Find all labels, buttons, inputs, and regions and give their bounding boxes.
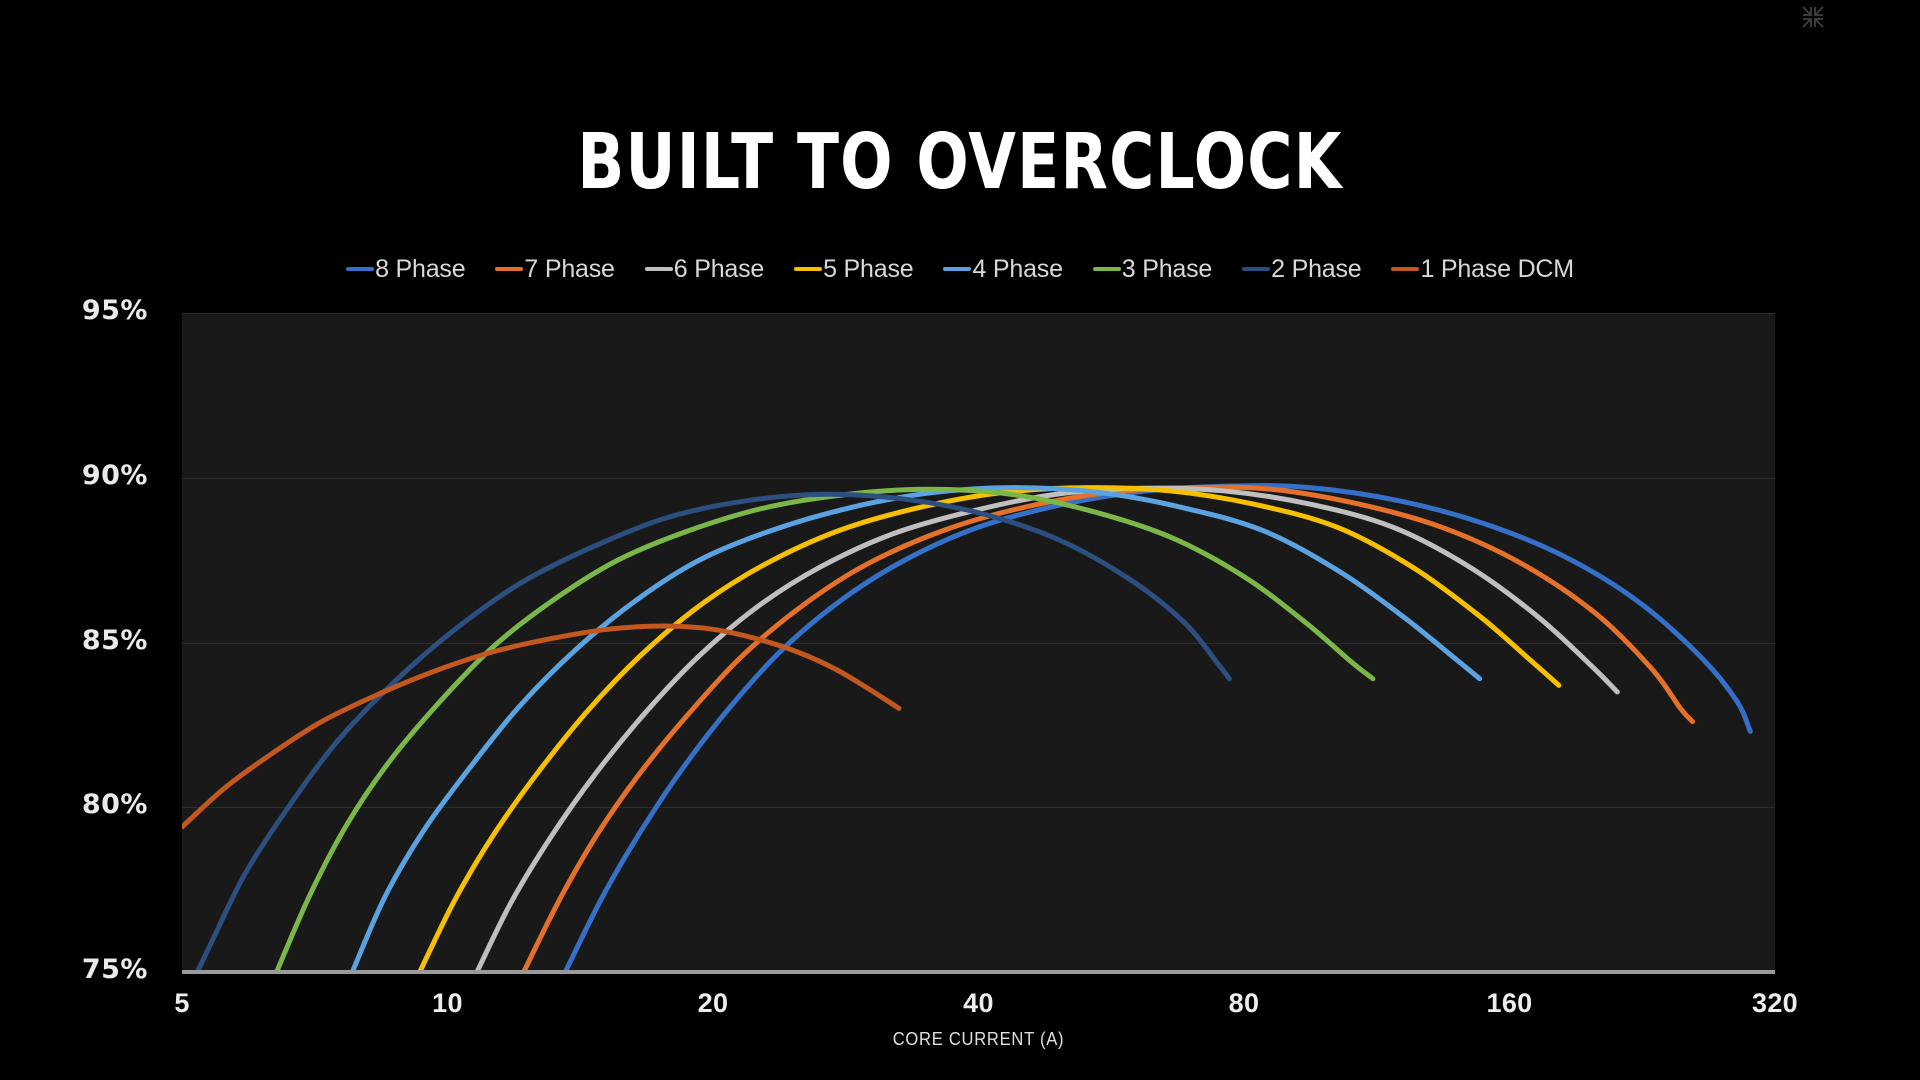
legend-item-4-phase[interactable]: 4 Phase: [943, 254, 1063, 284]
legend-item-5-phase[interactable]: 5 Phase: [794, 254, 914, 284]
series-line-2-phase: [194, 491, 1232, 972]
legend-item-label: 6 Phase: [673, 254, 765, 283]
y-axis-tick-label: 95%: [81, 295, 148, 326]
legend-swatch-icon: [346, 267, 375, 271]
series-line-5-phase: [417, 485, 1562, 972]
series-layer: [182, 483, 1753, 972]
x-axis-line: [182, 970, 1775, 974]
legend-swatch-icon: [495, 267, 524, 271]
legend-item-1-phase-dcm[interactable]: 1 Phase DCM: [1391, 254, 1574, 284]
series-line-6-phase: [474, 485, 1620, 972]
legend-item-label: 8 Phase: [375, 254, 466, 283]
legend-item-6-phase[interactable]: 6 Phase: [644, 254, 765, 284]
y-axis-tick-label: 80%: [81, 789, 148, 821]
series-line-8-phase: [562, 483, 1753, 972]
legend-swatch-icon: [1391, 267, 1420, 271]
legend-swatch-icon: [1092, 267, 1121, 271]
legend-item-label: 5 Phase: [823, 254, 914, 283]
x-axis-tick-label: 5: [174, 988, 190, 1018]
y-axis-tick-label: 85%: [81, 624, 148, 656]
chart-canvas: BUILT TO OVERCLOCK 8 Phase 7 Phase 6 Phase…: [0, 0, 1920, 1080]
series-line-3-phase: [274, 486, 1376, 972]
plot-area: [182, 313, 1775, 972]
x-axis-tick-label: 320: [1752, 988, 1798, 1018]
legend-item-label: 4 Phase: [972, 254, 1063, 283]
legend-swatch-icon: [943, 267, 972, 271]
legend-swatch-icon: [644, 267, 673, 271]
legend-swatch-icon: [794, 267, 823, 271]
y-axis-tick-label: 75%: [81, 954, 148, 985]
legend-item-label: 7 Phase: [524, 254, 615, 283]
legend-item-3-phase[interactable]: 3 Phase: [1092, 254, 1213, 284]
legend-item-label: 3 Phase: [1121, 254, 1213, 283]
x-axis-tick-label: 40: [963, 988, 994, 1018]
series-line-1-phase-dcm: [182, 623, 902, 830]
x-axis-tick-label: 20: [697, 988, 729, 1018]
legend-item-8-phase[interactable]: 8 Phase: [346, 254, 466, 284]
x-axis-title: CORE CURRENT (A): [892, 1029, 1065, 1049]
legend-swatch-icon: [1242, 267, 1271, 271]
chart-legend: 8 Phase 7 Phase 6 Phase 5 Phase 4 Phase 3 Pha…: [0, 252, 1920, 286]
x-axis-tick-label: 80: [1228, 988, 1260, 1018]
legend-item-7-phase[interactable]: 7 Phase: [495, 254, 615, 284]
exit-fullscreen-icon[interactable]: [1800, 4, 1826, 30]
x-axis-tick-label: 10: [432, 988, 463, 1018]
x-axis-tick-label: 160: [1486, 988, 1533, 1018]
legend-item-label: 2 Phase: [1271, 254, 1362, 283]
series-line-4-phase: [349, 485, 1483, 972]
y-axis-tick-label: 90%: [81, 459, 148, 491]
legend-item-2-phase[interactable]: 2 Phase: [1242, 254, 1362, 284]
legend-item-label: 1 Phase DCM: [1420, 254, 1574, 283]
page-title: BUILT TO OVERCLOCK: [577, 118, 1343, 207]
